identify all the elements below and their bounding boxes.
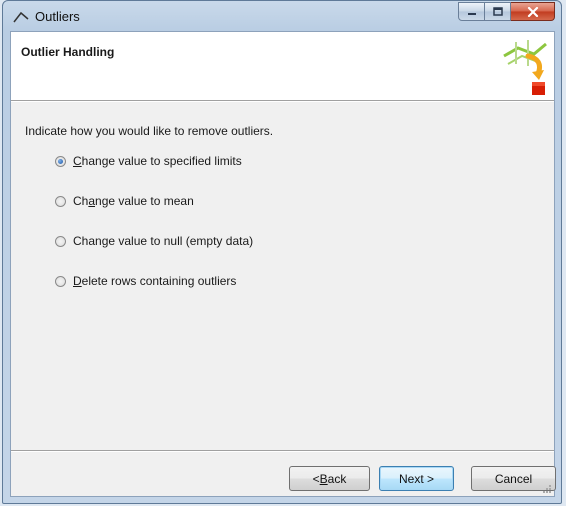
option-change-to-limits[interactable]: Change value to specified limits — [55, 151, 253, 171]
option-delete-rows[interactable]: Delete rows containing outliers — [55, 271, 253, 291]
radio-change-to-mean[interactable] — [55, 195, 66, 207]
radio-change-to-limits[interactable] — [55, 155, 66, 167]
wizard-client-area: Outlier Handling Indicate how you would … — [10, 31, 556, 497]
page-title: Outlier Handling — [21, 45, 115, 59]
back-button[interactable]: < Back — [289, 466, 370, 491]
minimize-button[interactable] — [458, 2, 485, 21]
resize-grip-icon[interactable] — [542, 484, 552, 494]
header-divider — [11, 101, 554, 102]
option-change-to-null[interactable]: Change value to null (empty data) — [55, 231, 253, 251]
dialog-window: Outliers Outlier Handling Indicate how y… — [2, 0, 562, 504]
next-button[interactable]: Next > — [379, 466, 454, 491]
option-label: Change value to specified limits — [73, 154, 242, 168]
minimize-icon — [467, 12, 476, 15]
close-icon — [527, 6, 538, 17]
caption-buttons — [458, 2, 555, 21]
radio-delete-rows[interactable] — [55, 275, 66, 287]
radio-change-to-null[interactable] — [55, 235, 66, 247]
instruction-text: Indicate how you would like to remove ou… — [25, 124, 274, 138]
maximize-button[interactable] — [485, 2, 511, 21]
window-title: Outliers — [35, 9, 80, 24]
footer-divider-highlight — [11, 451, 554, 452]
option-label: Change value to null (empty data) — [73, 234, 254, 248]
maximize-icon — [492, 7, 503, 16]
outliers-app-icon — [13, 11, 29, 23]
title-bar[interactable]: Outliers — [3, 1, 561, 31]
close-button[interactable] — [511, 2, 555, 21]
wizard-header: Outlier Handling — [11, 32, 554, 101]
outlier-wizard-graphic-icon — [503, 40, 547, 95]
option-label: Change value to mean — [73, 194, 194, 208]
option-label: Delete rows containing outliers — [73, 274, 237, 288]
outlier-options-group: Change value to specified limits Change … — [55, 151, 253, 311]
option-change-to-mean[interactable]: Change value to mean — [55, 191, 253, 211]
